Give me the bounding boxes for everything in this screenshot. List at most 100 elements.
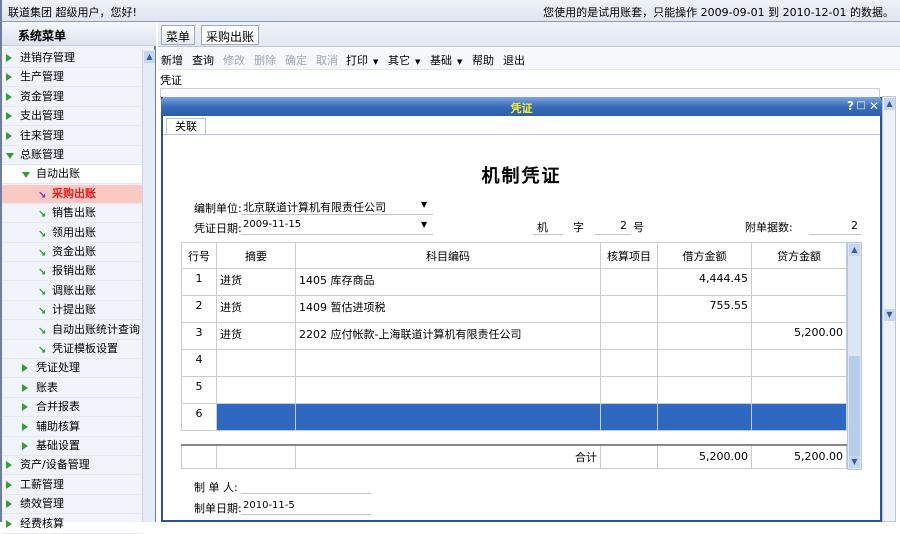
table-row[interactable]: 2 进货 1409 暂估进项税 755.55 (181, 295, 847, 323)
edit-button[interactable]: 修改 (223, 52, 245, 68)
cell-summary[interactable]: 进货 (216, 268, 296, 296)
sidebar-item[interactable]: 账表 (2, 379, 143, 398)
cell-summary[interactable]: 进货 (216, 295, 296, 323)
sidebar-item[interactable]: 支出管理 (2, 107, 143, 127)
dialog-title-bar[interactable]: 凭证 ? □ ✕ (161, 97, 882, 116)
voucher-type-select[interactable]: 机 (537, 219, 548, 235)
sidebar-item[interactable]: 合并报表 (2, 398, 143, 418)
tab-purchase-posting[interactable]: 采购出账 (201, 25, 260, 45)
cell-credit[interactable]: 5,200.00 (751, 322, 847, 350)
cell-summary[interactable]: 进货 (216, 322, 296, 350)
exit-button[interactable]: 退出 (503, 52, 525, 68)
date-select[interactable]: 2009-11-15 (243, 219, 301, 230)
cell-account[interactable] (295, 349, 601, 377)
table-row[interactable]: 3 进货 2202 应付帐款-上海联道计算机有限责任公司 5,200.00 (181, 322, 847, 350)
sidebar-item[interactable]: 资产/设备管理 (2, 456, 143, 476)
scroll-up-icon[interactable]: ▲ (144, 51, 155, 63)
cell-account[interactable]: 1409 暂估进项税 (295, 295, 601, 323)
cell-item[interactable] (600, 268, 658, 296)
sidebar-item-label: 辅助核算 (36, 419, 80, 433)
unit-select[interactable]: 北京联道计算机有限责任公司 (243, 199, 386, 215)
help-button[interactable]: 帮助 (472, 52, 494, 68)
leaf-arrow-icon: ↘ (38, 267, 47, 279)
cell-debit[interactable] (657, 322, 752, 350)
sidebar-item[interactable]: 经费核算 (2, 515, 143, 534)
cell-debit[interactable]: 4,444.45 (657, 268, 752, 296)
maximize-icon[interactable]: □ (857, 100, 866, 111)
table-row[interactable]: 1 进货 1405 库存商品 4,444.45 (181, 268, 847, 296)
cell-item[interactable] (600, 295, 658, 323)
sidebar-item[interactable]: 往来管理 (2, 127, 143, 146)
cell-credit[interactable] (751, 349, 847, 377)
cell-credit[interactable] (751, 268, 847, 296)
print-menu[interactable]: 打印 ▼ (346, 52, 378, 68)
sidebar-item[interactable]: 生产管理 (2, 68, 143, 88)
scroll-down-icon[interactable]: ▼ (884, 309, 895, 321)
cell-item[interactable] (600, 322, 658, 350)
sidebar-item[interactable]: 辅助核算 (2, 418, 143, 437)
main-scrollbar[interactable]: ▲ ▼ (882, 96, 896, 522)
table-scrollbar[interactable]: ▲ ▼ (847, 242, 862, 470)
sidebar-scrollbar[interactable]: ▲ (142, 50, 155, 522)
sidebar-item[interactable]: 工薪管理 (2, 476, 143, 495)
col-item: 核算项目 (600, 242, 658, 269)
toolbar: 新增 查询 修改 删除 确定 取消 打印 ▼ 其它 ▼ 基础 ▼ 帮助 退出 (158, 48, 900, 70)
sidebar-item[interactable]: ↘ 领用出账 (2, 224, 143, 243)
sidebar-item[interactable]: ↘ 凭证模板设置 (2, 340, 143, 359)
sidebar-item[interactable]: 基础设置 (2, 437, 143, 456)
cell-item[interactable] (600, 403, 658, 431)
sidebar-item[interactable]: ↘ 销售出账 (2, 204, 143, 224)
cell-account[interactable]: 2202 应付帐款-上海联道计算机有限责任公司 (295, 322, 601, 350)
sidebar-item[interactable]: 进销存管理 (2, 49, 143, 68)
query-button[interactable]: 查询 (192, 52, 214, 68)
table-row[interactable]: 5 (181, 376, 847, 404)
table-row[interactable]: 6 (181, 403, 847, 431)
other-menu[interactable]: 其它 ▼ (388, 52, 420, 68)
tab-related[interactable]: 关联 (166, 118, 206, 135)
delete-button[interactable]: 删除 (254, 52, 276, 68)
sidebar-item[interactable]: ↘ 调账出账 (2, 282, 143, 301)
sidebar-item[interactable]: 绩效管理 (2, 495, 143, 515)
scroll-up-icon[interactable]: ▲ (884, 98, 895, 110)
cell-credit[interactable] (751, 295, 847, 323)
cell-credit[interactable] (751, 403, 847, 431)
cell-debit[interactable]: 755.55 (657, 295, 752, 323)
basic-menu[interactable]: 基础 ▼ (430, 52, 462, 68)
cell-summary[interactable] (216, 376, 296, 404)
new-button[interactable]: 新增 (161, 52, 183, 68)
sidebar-item[interactable]: 凭证处理 (2, 359, 143, 379)
sidebar-item[interactable]: 总账管理 (2, 146, 143, 165)
cell-credit[interactable] (751, 376, 847, 404)
cell-account[interactable] (295, 403, 601, 431)
dropdown-arrow-icon[interactable]: ▼ (421, 200, 427, 209)
scroll-up-icon[interactable]: ▲ (849, 244, 860, 256)
sidebar-item[interactable]: ↘ 自动出账统计查询 (2, 321, 143, 340)
attachments-input[interactable]: 2 (813, 219, 858, 232)
cancel-button[interactable]: 取消 (316, 52, 338, 68)
cell-debit[interactable] (657, 349, 752, 377)
cell-debit[interactable] (657, 376, 752, 404)
voucher-number-input[interactable]: 2 (597, 219, 627, 232)
cell-item[interactable] (600, 349, 658, 377)
sidebar-item[interactable]: ↘ 资金出账 (2, 243, 143, 262)
cell-debit[interactable] (657, 403, 752, 431)
cell-summary[interactable] (216, 403, 296, 431)
cell-account[interactable] (295, 376, 601, 404)
close-icon[interactable]: ✕ (869, 99, 879, 113)
cell-item[interactable] (600, 376, 658, 404)
sidebar-item[interactable]: ↘ 采购出账 (2, 184, 143, 204)
col-credit: 贷方金额 (751, 242, 847, 269)
cell-summary[interactable] (216, 349, 296, 377)
cell-account[interactable]: 1405 库存商品 (295, 268, 601, 296)
sidebar-item[interactable]: 资金管理 (2, 88, 143, 107)
sidebar-item[interactable]: ↘ 报销出账 (2, 262, 143, 282)
table-row[interactable]: 4 (181, 349, 847, 377)
sidebar-item[interactable]: 自动出账 (2, 165, 143, 185)
help-icon[interactable]: ? (847, 99, 854, 113)
scroll-thumb[interactable] (849, 356, 860, 456)
dropdown-arrow-icon[interactable]: ▼ (421, 220, 427, 229)
scroll-down-icon[interactable]: ▼ (849, 456, 860, 468)
confirm-button[interactable]: 确定 (285, 52, 307, 68)
sidebar-item[interactable]: ↘ 计提出账 (2, 301, 143, 321)
tab-menu[interactable]: 菜单 (161, 25, 196, 45)
